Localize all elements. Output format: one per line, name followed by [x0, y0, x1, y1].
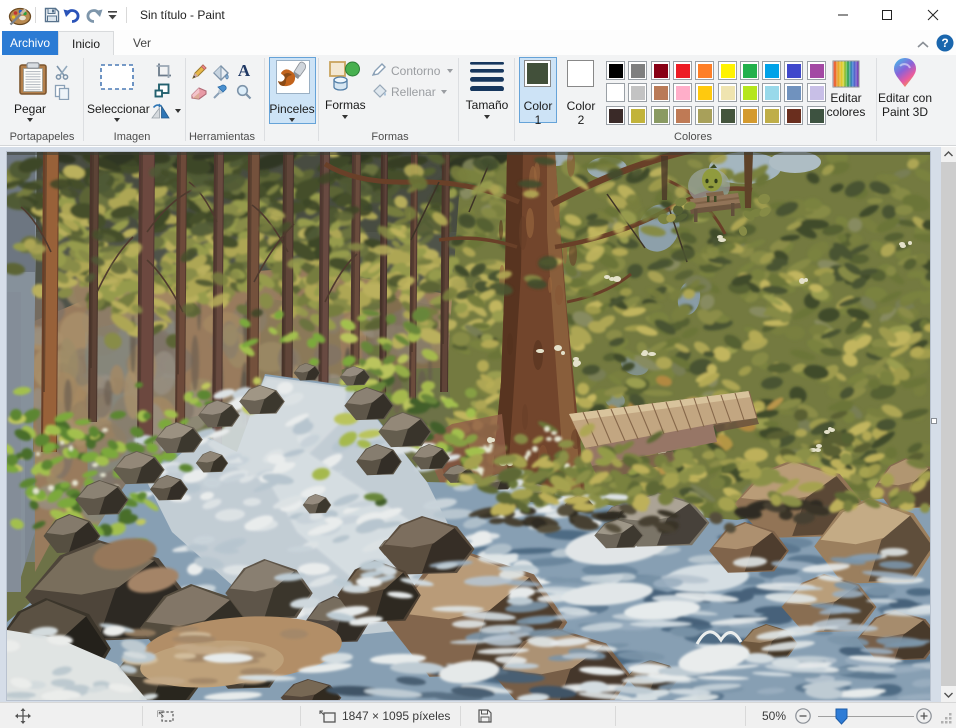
svg-text:A: A [238, 62, 251, 79]
svg-text:?: ? [941, 36, 948, 50]
svg-text:⇱: ⇱ [157, 709, 165, 719]
